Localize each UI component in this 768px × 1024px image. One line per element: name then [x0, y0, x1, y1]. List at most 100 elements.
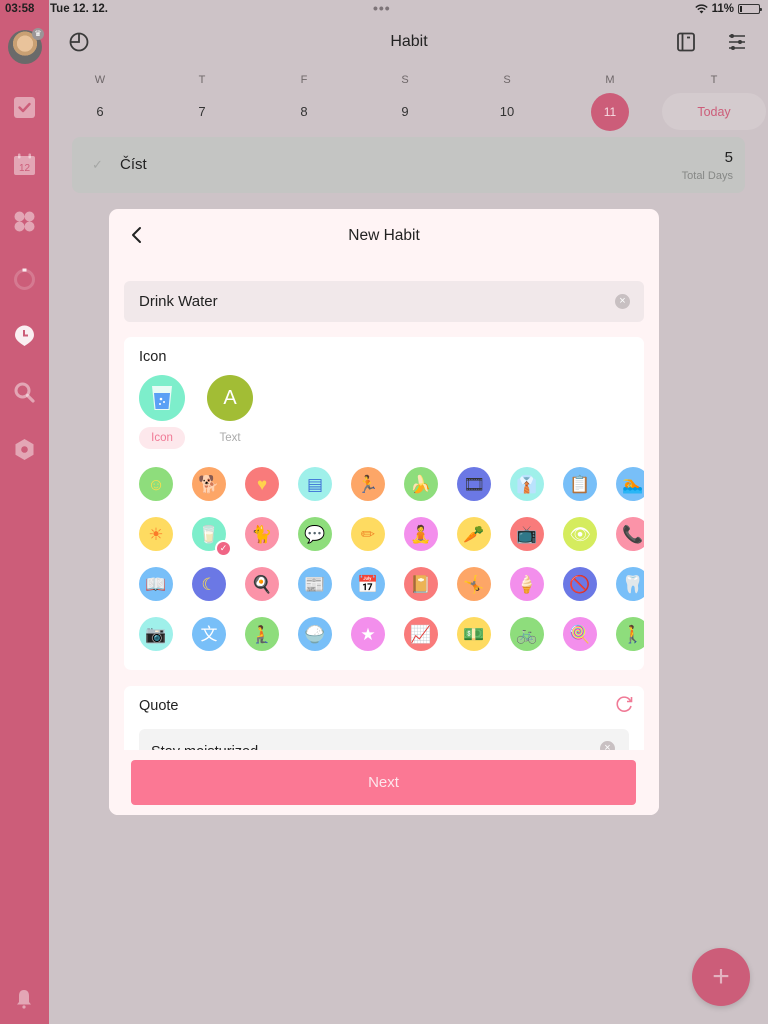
dog-walk-icon: 🐕 [198, 474, 220, 494]
sidebar-item-calendar[interactable]: 12 [13, 153, 36, 176]
chat-icon: 💬 [304, 524, 326, 544]
sidebar-item-habit[interactable] [13, 324, 36, 347]
weekday-label: S [401, 74, 409, 86]
habit-icon-film[interactable]: 🎞 [457, 467, 491, 501]
habit-icon-swim[interactable]: 🏊 [616, 467, 644, 501]
sidebar-item-settings[interactable] [13, 438, 36, 461]
habit-icon-cat[interactable]: 🐈 [245, 517, 279, 551]
habit-icon-translate[interactable]: 文 [192, 617, 226, 651]
weekday-label: T [710, 74, 718, 86]
habit-icon-camera[interactable]: 📷 [139, 617, 173, 651]
statistics-pie-icon[interactable] [68, 31, 90, 53]
day-number[interactable]: 6 [80, 104, 120, 119]
smile-icon: ☺ [147, 474, 165, 494]
habit-icon-push-up[interactable]: 🤸 [457, 567, 491, 601]
habit-icon-clipboard[interactable]: 📋 [563, 467, 597, 501]
habit-icon-cycling[interactable]: 🚲 [510, 617, 544, 651]
habit-icon-sleep[interactable]: ☾ [192, 567, 226, 601]
drink-water-preview-icon [139, 375, 185, 421]
habit-name-field[interactable]: × [124, 281, 644, 322]
crown-icon: ♛ [32, 28, 44, 40]
page-title: Habit [390, 33, 428, 50]
habit-icon-pencil[interactable]: ✏ [351, 517, 385, 551]
next-button[interactable]: Next [131, 760, 636, 805]
habit-icon-drink-water[interactable]: 🥛 ✓ [192, 517, 232, 557]
no-junk-food-icon: 🚫 [569, 574, 591, 594]
sidebar-item-matrix[interactable] [13, 210, 36, 233]
run-icon: 🏃 [357, 474, 379, 494]
day-number[interactable]: 7 [182, 104, 222, 119]
habit-icon-book[interactable]: ▤ [298, 467, 332, 501]
habit-icon-phone-heart[interactable]: 📞 [616, 517, 644, 551]
habit-icon-breakfast[interactable]: 🍳 [245, 567, 279, 601]
weekday-label: W [94, 74, 106, 86]
habit-icon-sun[interactable]: ☀ [139, 517, 173, 551]
habit-icon-run[interactable]: 🏃 [351, 467, 385, 501]
habit-icon-yoga[interactable]: 🧘 [404, 517, 438, 551]
habit-name: Číst [120, 156, 147, 173]
habit-icon-star-video[interactable]: ★ [351, 617, 385, 651]
day-number[interactable]: 8 [284, 104, 324, 119]
habit-icon-news[interactable]: 📰 [298, 567, 332, 601]
text-letter-preview: A [207, 375, 253, 421]
habit-icon-banana[interactable]: 🍌 [404, 467, 438, 501]
sidebar-item-pomodoro[interactable] [13, 267, 36, 290]
habit-icon-reading[interactable]: 📖 [139, 567, 173, 601]
day-number[interactable]: 10 [487, 104, 527, 119]
habit-icon-growth[interactable]: 📈 [404, 617, 438, 651]
camera-icon: 📷 [145, 624, 167, 644]
habit-icon-chat[interactable]: 💬 [298, 517, 332, 551]
habit-icon-no-ice-cream[interactable]: 🍦 [510, 567, 544, 601]
notifications-bell-icon[interactable] [13, 988, 35, 1010]
clock-pin-icon [15, 325, 34, 346]
text-mode-label: Text [219, 432, 241, 444]
habit-icon-stretch[interactable]: 🧎 [245, 617, 279, 651]
film-icon: 🎞 [463, 474, 485, 494]
archive-notebook-icon[interactable] [675, 31, 697, 53]
pencil-icon: ✏ [360, 524, 376, 544]
sidebar-item-search[interactable] [13, 381, 36, 404]
day-number[interactable]: 9 [385, 104, 425, 119]
habit-icon-calendar-check[interactable]: 📅 [351, 567, 385, 601]
habit-icon-dog-walk[interactable]: 🐕 [192, 467, 226, 501]
habit-icon-tv[interactable]: 📺 [510, 517, 544, 551]
add-habit-button[interactable]: + [692, 948, 750, 1006]
habit-name-input[interactable] [139, 281, 599, 322]
phone-heart-icon: 📞 [622, 524, 644, 544]
refresh-quote-button[interactable] [614, 694, 634, 714]
habit-icon-carrot[interactable]: 🥕 [457, 517, 491, 551]
multitasking-dots-icon[interactable]: ••• [373, 0, 391, 16]
sidebar-item-tasks[interactable] [13, 96, 36, 119]
weekday-label: M [605, 74, 615, 86]
habit-icon-money[interactable]: 💵 [457, 617, 491, 651]
check-icon[interactable]: ✓ [92, 157, 103, 173]
weekday-label: S [503, 74, 511, 86]
habit-card[interactable]: ✓ Číst 5 Total Days [72, 137, 745, 193]
habit-icon-suit[interactable]: 👔 [510, 467, 544, 501]
habit-icon-walk[interactable]: 🚶 [616, 617, 644, 651]
clear-name-button[interactable]: × [615, 294, 630, 309]
text-mode-option[interactable]: A Text [207, 375, 253, 449]
carrot-icon: 🥕 [463, 524, 485, 544]
habit-icon-no-junk-food[interactable]: 🚫 [563, 567, 597, 601]
habit-icon-no-candy[interactable]: 🍭 [563, 617, 597, 651]
icon-mode-option[interactable]: Icon [139, 375, 185, 449]
calendar-check-icon: 📅 [357, 574, 379, 594]
money-icon: 💵 [463, 624, 485, 644]
filter-sliders-icon[interactable] [726, 31, 748, 53]
habit-icon-tooth[interactable]: 🦷 [616, 567, 644, 601]
icon-section: Icon Icon A Text ☺ 🐕 ♥ ▤ 🏃 🍌 🎞 👔 📋 🏊 ☀ 🥛 ✓ 🐈 💬 ✏ 🧘 🥕 📺 👁 📞 📖 ☾… [124, 337, 644, 670]
habit-icon-diary[interactable]: 📔 [404, 567, 438, 601]
status-bar: 03:58 Tue 12. 12. ••• 11% [0, 0, 768, 18]
book-icon: ▤ [306, 474, 324, 494]
walk-icon: 🚶 [622, 624, 644, 644]
day-selected[interactable]: 11 [591, 93, 629, 131]
today-button[interactable]: Today [662, 93, 766, 130]
drink-water-icon: 🥛 [198, 524, 220, 544]
habit-icon-eye[interactable]: 👁 [563, 517, 597, 551]
habit-icon-smile[interactable]: ☺ [139, 467, 173, 501]
habit-icon-heart-hand[interactable]: ♥ [245, 467, 279, 501]
weekday-label: F [300, 74, 308, 86]
sleep-icon: ☾ [201, 574, 217, 594]
habit-icon-rice-bowl[interactable]: 🍚 [298, 617, 332, 651]
